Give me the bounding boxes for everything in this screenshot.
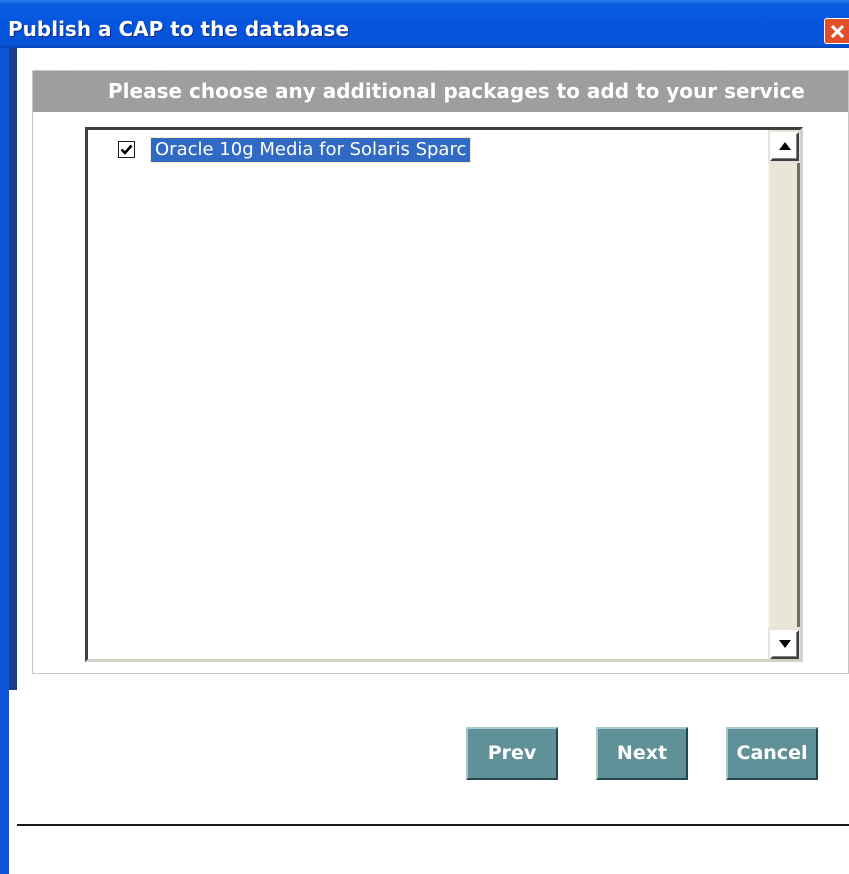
- arrow-down-icon: [779, 640, 791, 648]
- vertical-scrollbar[interactable]: [768, 130, 800, 659]
- checkmark-icon: [120, 144, 133, 155]
- package-list[interactable]: Oracle 10g Media for Solaris Sparc: [85, 127, 803, 662]
- title-bar[interactable]: Publish a CAP to the database: [0, 0, 849, 48]
- window-title: Publish a CAP to the database: [8, 17, 350, 41]
- scroll-track[interactable]: [768, 163, 800, 627]
- scroll-down-button[interactable]: [770, 630, 799, 659]
- window-left-inner-border: [9, 48, 17, 690]
- close-button[interactable]: [824, 18, 849, 44]
- dialog-content: Please choose any additional packages to…: [17, 48, 849, 874]
- package-panel: Please choose any additional packages to…: [32, 70, 849, 674]
- next-button[interactable]: Next: [596, 727, 688, 780]
- package-checkbox[interactable]: [118, 141, 135, 158]
- package-label[interactable]: Oracle 10g Media for Solaris Sparc: [149, 137, 472, 163]
- close-icon: [831, 25, 844, 38]
- panel-header: Please choose any additional packages to…: [33, 71, 848, 112]
- scroll-up-button[interactable]: [770, 132, 799, 161]
- cancel-button[interactable]: Cancel: [726, 727, 818, 780]
- window-left-border: [0, 48, 9, 874]
- arrow-up-icon: [779, 142, 791, 150]
- prev-button[interactable]: Prev: [466, 727, 558, 780]
- footer-divider: [17, 824, 849, 826]
